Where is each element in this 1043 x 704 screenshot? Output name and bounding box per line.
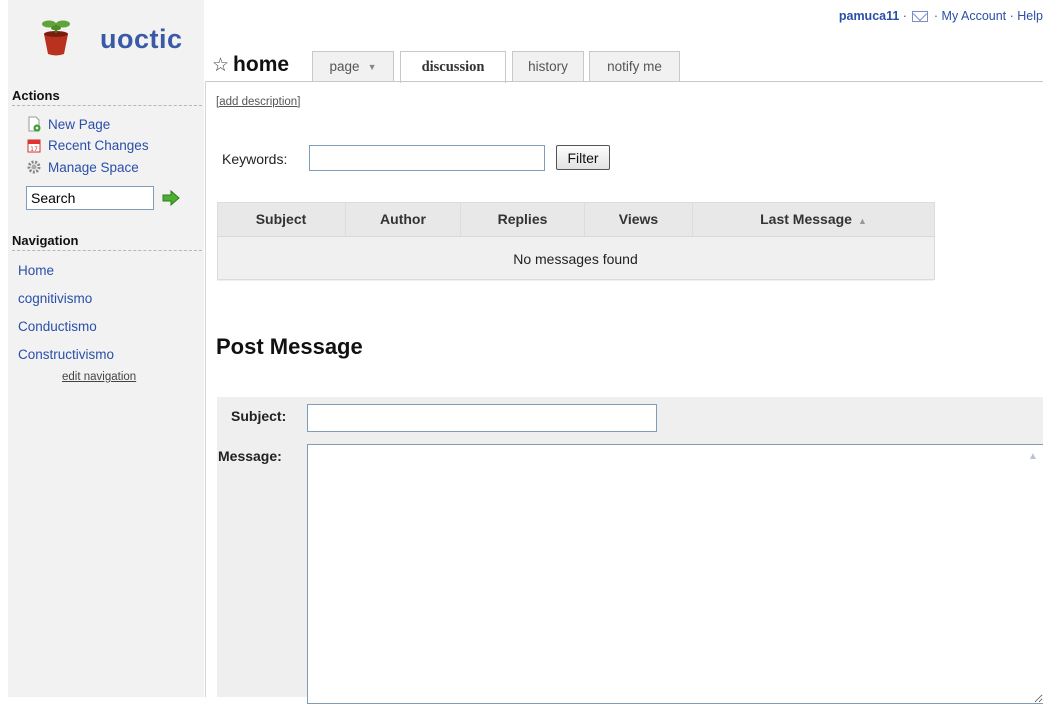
nav-item-conductismo[interactable]: Conductismo <box>18 319 97 334</box>
column-replies[interactable]: Replies <box>460 202 585 237</box>
logo-icon[interactable] <box>36 18 76 58</box>
chevron-down-icon: ▼ <box>367 61 377 72</box>
column-author[interactable]: Author <box>345 202 461 237</box>
message-textarea[interactable] <box>307 444 1043 704</box>
sort-ascending-icon: ▲ <box>857 216 867 226</box>
post-message-title: Post Message <box>216 334 363 359</box>
manage-space-link[interactable]: Manage Space <box>26 159 139 175</box>
svg-text:17: 17 <box>30 146 38 153</box>
page-title-text: home <box>233 53 290 76</box>
add-description-link[interactable]: [add description] <box>216 96 300 108</box>
recent-changes-link[interactable]: 17 Recent Changes <box>26 137 149 153</box>
nav-item-constructivismo[interactable]: Constructivismo <box>18 347 114 362</box>
column-views[interactable]: Views <box>584 202 693 237</box>
tab-history[interactable]: history <box>512 51 584 81</box>
username-link[interactable]: pamuca11 <box>839 9 899 23</box>
page-title: ☆ home <box>212 53 289 77</box>
recent-changes-label: Recent Changes <box>48 137 149 153</box>
manage-space-label: Manage Space <box>48 159 139 175</box>
keywords-input[interactable] <box>309 145 545 171</box>
tab-discussion-label: discussion <box>421 59 485 75</box>
my-account-link[interactable]: · My Account · <box>930 9 1017 23</box>
table-row: No messages found <box>217 236 934 281</box>
new-page-icon <box>26 116 42 132</box>
messages-table: Subject Author Replies Views Last Messag… <box>217 202 934 281</box>
tab-discussion[interactable]: discussion <box>400 51 506 83</box>
empty-message: No messages found <box>217 236 934 281</box>
content-border <box>205 81 206 697</box>
actions-title: Actions <box>12 88 202 106</box>
column-last-message[interactable]: Last Message ▲ <box>692 202 934 237</box>
column-last-message-label: Last Message <box>760 211 852 227</box>
keywords-label: Keywords: <box>222 151 288 167</box>
separator: · <box>899 9 911 23</box>
tab-divider <box>205 81 1043 82</box>
subject-label: Subject: <box>231 408 287 424</box>
user-bar: pamuca11 · · My Account · Help <box>839 9 1043 23</box>
calendar-icon: 17 <box>26 137 42 153</box>
sidebar-search-input[interactable] <box>26 186 154 210</box>
help-link[interactable]: Help <box>1017 9 1043 23</box>
nav-item-cognitivismo[interactable]: cognitivismo <box>18 291 92 306</box>
scroll-up-arrow-icon[interactable]: ▲ <box>1026 450 1040 464</box>
new-page-link[interactable]: New Page <box>26 116 110 132</box>
navigation-title: Navigation <box>12 233 202 251</box>
search-go-arrow-icon[interactable] <box>161 189 181 207</box>
edit-navigation-link[interactable]: edit navigation <box>62 371 136 383</box>
gear-icon <box>26 159 42 175</box>
tab-page[interactable]: page ▼ <box>312 51 394 81</box>
logo-text[interactable]: uoctic <box>100 24 183 55</box>
nav-item-home[interactable]: Home <box>18 263 54 278</box>
tab-history-label: history <box>528 59 568 74</box>
tab-notify-me-label: notify me <box>607 59 662 74</box>
message-label: Message: <box>218 448 282 464</box>
subject-input[interactable] <box>307 404 657 432</box>
mail-icon[interactable] <box>912 11 929 23</box>
column-subject[interactable]: Subject <box>217 202 346 237</box>
sidebar: uoctic Actions New Page 17 Recent Change… <box>8 0 204 697</box>
filter-button[interactable]: Filter <box>556 145 610 170</box>
tab-notify-me[interactable]: notify me <box>589 51 680 81</box>
tab-page-label: page <box>329 59 360 74</box>
star-icon[interactable]: ☆ <box>212 54 229 77</box>
new-page-label: New Page <box>48 116 111 132</box>
